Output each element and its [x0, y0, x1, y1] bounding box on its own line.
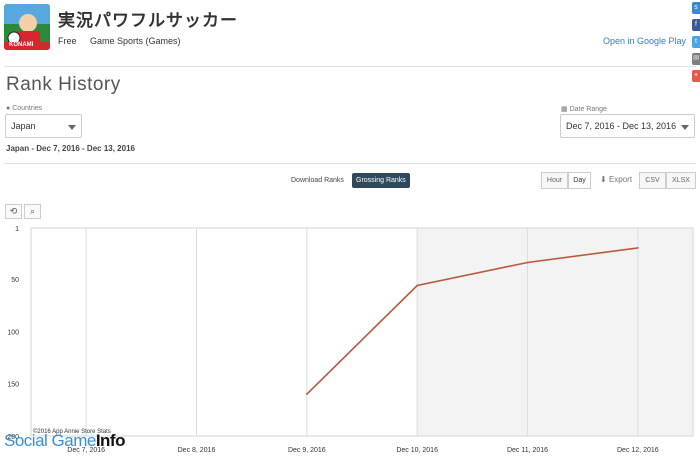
reset-zoom-icon[interactable]: ⟲ — [5, 204, 22, 219]
download-ranks-tab[interactable]: Download Ranks — [287, 173, 348, 188]
y-tick-label: 1 — [15, 226, 19, 233]
data-point — [306, 393, 308, 395]
grossing-ranks-tab[interactable]: Grossing Ranks — [352, 173, 410, 188]
data-point — [637, 247, 639, 249]
share-icon[interactable]: s — [692, 2, 700, 14]
facebook-icon[interactable]: f — [692, 19, 700, 31]
social-game-info-watermark: Social GameInfo — [4, 431, 125, 450]
rank-history-chart: Dec 7, 2016 Dec 8, 2016 Dec 9, 2016 Dec 10,… — [7, 226, 694, 454]
twitter-icon[interactable]: t — [692, 36, 700, 48]
xlsx-button[interactable]: XLSX — [666, 172, 696, 189]
app-icon: KONAMI — [4, 4, 50, 50]
zoom-icon[interactable]: ⌕ — [24, 204, 41, 219]
mail-icon[interactable]: ✉ — [692, 53, 700, 65]
divider — [4, 163, 696, 164]
x-tick-label: Dec 9, 2016 — [288, 447, 326, 454]
date-range-select[interactable]: Dec 7, 2016 - Dec 13, 2016 — [560, 114, 695, 138]
plus-icon[interactable]: + — [692, 70, 700, 82]
app-price: Free — [58, 36, 77, 46]
chevron-down-icon — [68, 125, 76, 130]
chevron-down-icon — [681, 125, 689, 130]
y-tick-label: 50 — [11, 277, 19, 284]
konami-logo-text: KONAMI — [9, 42, 34, 48]
country-select[interactable]: Japan — [5, 114, 82, 138]
page-title: Rank History — [6, 74, 121, 95]
chart-subtitle: Japan - Dec 7, 2016 - Dec 13, 2016 — [6, 144, 135, 153]
y-tick-label: 150 — [7, 382, 19, 389]
date-range-value: Dec 7, 2016 - Dec 13, 2016 — [566, 121, 677, 131]
countries-label: ● Countries — [6, 105, 43, 112]
data-point — [526, 261, 529, 264]
csv-button[interactable]: CSV — [639, 172, 666, 189]
x-tick-label: Dec 11, 2016 — [507, 447, 548, 454]
data-point — [416, 284, 418, 287]
hour-button[interactable]: Hour — [541, 172, 568, 189]
app-category-link[interactable]: Game Sports (Games) — [90, 36, 181, 46]
day-button[interactable]: Day — [568, 172, 591, 189]
download-icon: ⬇ — [600, 175, 607, 184]
x-tick-label: Dec 12, 2016 — [617, 447, 659, 454]
app-title: 実況パワフルサッカー — [58, 11, 238, 30]
export-label: ⬇ Export — [600, 175, 633, 184]
x-tick-label: Dec 10, 2016 — [396, 447, 438, 454]
globe-icon: ● — [6, 105, 11, 112]
calendar-icon: ▦ — [561, 106, 568, 113]
divider — [4, 66, 696, 67]
date-range-label: ▦ Date Range — [561, 106, 607, 113]
open-in-google-play-link[interactable]: Open in Google Play — [603, 36, 686, 46]
country-value: Japan — [11, 121, 36, 131]
y-tick-label: 100 — [7, 329, 19, 336]
x-tick-label: Dec 8, 2016 — [178, 447, 216, 454]
